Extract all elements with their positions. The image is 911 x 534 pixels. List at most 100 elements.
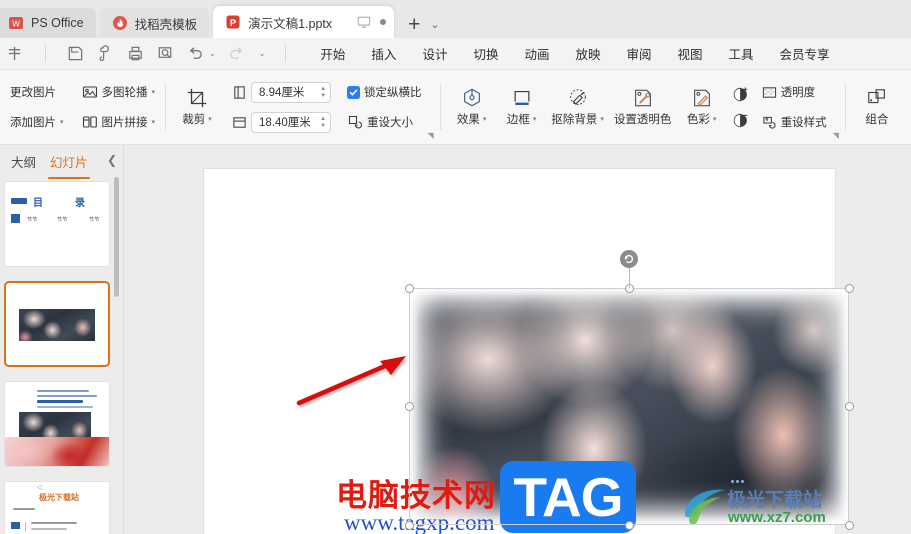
remove-bg-label-wrap: 抠除背景 ▾ bbox=[551, 111, 604, 127]
thumb-accent-bar bbox=[11, 198, 27, 204]
handle-top-left[interactable] bbox=[404, 283, 414, 293]
change-picture-button[interactable]: 更改图片 bbox=[6, 80, 68, 104]
undo-chevron-down-icon[interactable]: ⌄ bbox=[209, 49, 216, 58]
reset-style-icon bbox=[763, 116, 776, 129]
save-icon[interactable] bbox=[66, 44, 85, 63]
redo-icon bbox=[229, 47, 242, 59]
add-picture-button[interactable]: 添加图片 ▾ bbox=[6, 110, 68, 134]
navigator-tabs: 大纲 幻灯片 ❮ bbox=[0, 145, 123, 179]
color-icon bbox=[693, 89, 710, 107]
slide-thumbnail-1[interactable]: 目 录 节节 节节 节节 bbox=[4, 181, 110, 267]
menu-item-design[interactable]: 设计 bbox=[409, 40, 460, 67]
qat-more-chevron-down-icon[interactable]: ⌄ bbox=[259, 49, 266, 58]
print-icon[interactable] bbox=[126, 44, 145, 63]
menu-item-review[interactable]: 审阅 bbox=[614, 40, 665, 67]
handle-middle-right[interactable] bbox=[844, 402, 854, 411]
menu-item-transition[interactable]: 切换 bbox=[460, 40, 511, 67]
height-input[interactable]: 8.94厘米 ▲ ▼ bbox=[251, 81, 332, 103]
xz7-dots bbox=[731, 480, 744, 483]
width-stepper[interactable]: ▲ ▼ bbox=[320, 116, 326, 129]
pptx-file-icon: P bbox=[226, 15, 240, 29]
combine-icon bbox=[868, 89, 885, 104]
add-picture-label: 添加图片 bbox=[10, 117, 56, 129]
slide-canvas[interactable]: 电脑技术网 www.tagxp.com TAG 极光下载站 www.xz7.co… bbox=[124, 145, 911, 534]
reset-style-button[interactable]: 重设样式 bbox=[758, 110, 831, 134]
tab-docer-template[interactable]: 找稻壳模板 bbox=[99, 8, 210, 38]
handle-top-right[interactable] bbox=[844, 283, 854, 293]
cloud-sync-icon[interactable] bbox=[96, 44, 115, 63]
ribbon-group-size: 裁剪 ▾ 8.94厘米 ▲ ▼ 18.40厘米 ▲ ▼ 锁定纵横比 重设大小 ◥ bbox=[166, 70, 440, 144]
tab-bar: W PS Office 找稻壳模板 P 演示文稿1.pptx + ⌄ bbox=[0, 0, 911, 38]
thumbnail-scrollbar[interactable] bbox=[114, 177, 119, 297]
chevron-down-icon: ▾ bbox=[60, 119, 64, 126]
size-dialog-launcher-icon[interactable]: ◥ bbox=[428, 131, 434, 140]
crop-button[interactable]: 裁剪 ▾ bbox=[172, 85, 222, 129]
monitor-icon[interactable] bbox=[357, 15, 371, 29]
ribbon-group-picture: 更改图片 添加图片 ▾ 多图轮播 ▾ 图片拼接 ▾ bbox=[0, 70, 165, 144]
slide-thumbnail-2[interactable] bbox=[4, 281, 110, 367]
tab-outline[interactable]: 大纲 bbox=[6, 148, 41, 175]
reset-style-label: 重设样式 bbox=[780, 117, 827, 129]
menu-item-view[interactable]: 视图 bbox=[665, 40, 716, 67]
color-button[interactable]: 色彩 ▾ bbox=[677, 85, 727, 129]
handle-bottom-right[interactable] bbox=[844, 520, 854, 530]
watermark-xz7: 极光下载站 www.xz7.com bbox=[685, 478, 833, 534]
crop-label: 裁剪 bbox=[182, 114, 206, 126]
thumb-picture bbox=[19, 309, 95, 341]
transparency-button[interactable]: 透明度 bbox=[758, 80, 831, 104]
effects-button[interactable]: 效果 ▾ bbox=[447, 85, 497, 129]
tab-wps-office[interactable]: W PS Office bbox=[0, 8, 96, 38]
combine-label: 组合 bbox=[865, 114, 889, 126]
width-row: 18.40厘米 ▲ ▼ bbox=[228, 110, 335, 134]
slide-thumbnail-4[interactable]: ◁ 极光下载站 bbox=[4, 481, 110, 534]
handle-bottom-left[interactable] bbox=[404, 520, 414, 530]
thumb-marker bbox=[11, 522, 20, 529]
border-label-wrap: 边框 ▾ bbox=[507, 111, 537, 127]
svg-text:P: P bbox=[230, 18, 237, 29]
menu-item-animation[interactable]: 动画 bbox=[511, 40, 562, 67]
picture-stitch-button[interactable]: 图片拼接 ▾ bbox=[78, 110, 160, 134]
divider bbox=[45, 45, 46, 62]
menu-item-member[interactable]: 会员专享 bbox=[767, 40, 843, 67]
tab-list-chevron-down-icon[interactable]: ⌄ bbox=[430, 18, 439, 31]
lock-aspect-checkbox[interactable] bbox=[347, 85, 361, 99]
menu-item-start[interactable]: 开始 bbox=[307, 40, 358, 67]
picture-stitch-label: 图片拼接 bbox=[101, 117, 148, 129]
thumb-item: 节节 bbox=[27, 217, 38, 223]
slide-surface[interactable]: 电脑技术网 www.tagxp.com TAG 极光下载站 www.xz7.co… bbox=[204, 169, 854, 534]
set-transparent-color-label: 设置透明色 bbox=[613, 114, 672, 126]
width-input[interactable]: 18.40厘米 ▲ ▼ bbox=[251, 111, 332, 133]
border-icon bbox=[514, 90, 530, 105]
height-stepper[interactable]: ▲ ▼ bbox=[320, 86, 326, 99]
menu-item-insert[interactable]: 插入 bbox=[358, 40, 409, 67]
color-label-wrap: 色彩 ▾ bbox=[687, 111, 717, 127]
new-tab-button[interactable]: + bbox=[408, 14, 420, 35]
collapse-panel-chevron-left-icon[interactable]: ❮ bbox=[107, 153, 117, 167]
lock-aspect-ratio-row[interactable]: 锁定纵横比 bbox=[343, 80, 426, 104]
tab-presentation-file[interactable]: P 演示文稿1.pptx bbox=[213, 6, 395, 38]
chevron-down-icon: ▾ bbox=[208, 116, 212, 123]
tab-slides[interactable]: 幻灯片 bbox=[45, 148, 93, 179]
combine-button[interactable]: 组合 bbox=[852, 85, 902, 129]
handle-middle-left[interactable] bbox=[404, 402, 414, 411]
divider bbox=[285, 45, 287, 62]
effects-cube-icon bbox=[463, 88, 480, 107]
slide-thumbnail-list: 目 录 节节 节节 节节 ◁ 极光下载站 bbox=[0, 181, 124, 534]
style-dialog-launcher-icon[interactable]: ◥ bbox=[833, 131, 839, 140]
menu-item-slideshow[interactable]: 放映 bbox=[562, 40, 613, 67]
set-transparent-color-button[interactable]: 设置透明色 bbox=[609, 85, 677, 129]
brightness-increase-button[interactable] bbox=[727, 82, 754, 106]
remove-background-button[interactable]: 抠除背景 ▾ bbox=[547, 85, 609, 129]
handle-bottom-center[interactable] bbox=[624, 520, 634, 530]
watermark-xz7-url: www.xz7.com bbox=[728, 509, 826, 526]
undo-icon[interactable] bbox=[186, 44, 205, 63]
rotate-handle[interactable] bbox=[620, 250, 638, 268]
menu-item-tools[interactable]: 工具 bbox=[716, 40, 767, 67]
print-preview-icon[interactable] bbox=[156, 44, 175, 63]
border-button[interactable]: 边框 ▾ bbox=[497, 85, 547, 129]
multi-carousel-button[interactable]: 多图轮播 ▾ bbox=[78, 80, 160, 104]
reset-size-button[interactable]: 重设大小 bbox=[343, 110, 426, 134]
slide-thumbnail-3[interactable] bbox=[4, 381, 110, 467]
menu-toggle-icon[interactable] bbox=[6, 44, 25, 63]
brightness-decrease-button[interactable] bbox=[727, 108, 754, 132]
